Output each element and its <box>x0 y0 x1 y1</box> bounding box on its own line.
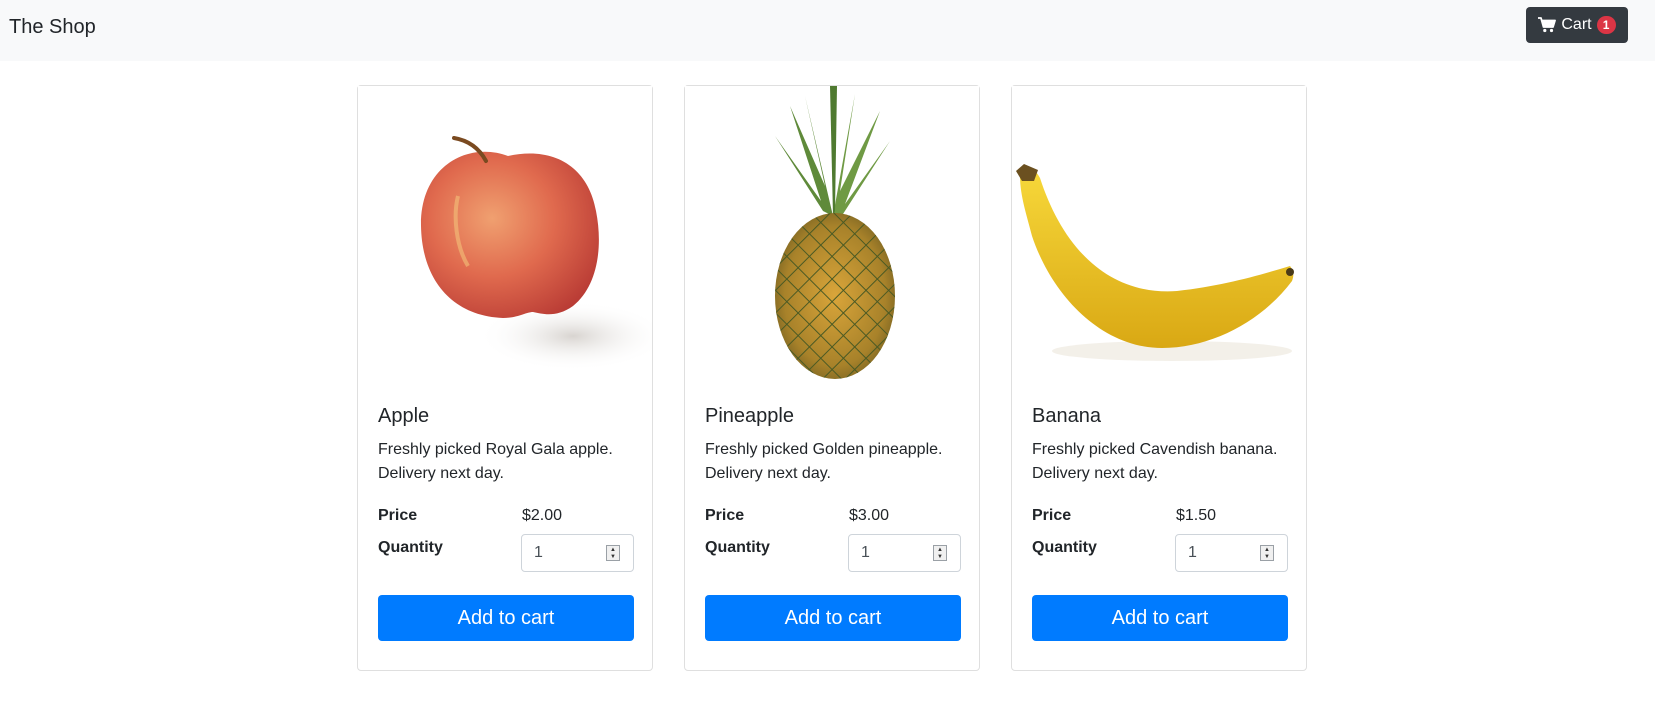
stepper-up-icon[interactable]: ▲ <box>610 547 616 553</box>
price-value: $1.50 <box>1176 507 1217 524</box>
cart-count-badge: 1 <box>1596 16 1616 34</box>
add-to-cart-button[interactable]: Add to cart <box>378 595 634 641</box>
product-description: Freshly picked Golden pineapple. Deliver… <box>705 441 943 482</box>
stepper-up-icon[interactable]: ▲ <box>937 547 943 553</box>
price-label: Price <box>1032 507 1072 524</box>
price-value: $2.00 <box>522 507 563 524</box>
product-description: Freshly picked Cavendish banana. Deliver… <box>1032 441 1278 482</box>
quantity-stepper[interactable]: ▲ ▼ <box>606 545 620 561</box>
product-card-banana: Banana Freshly picked Cavendish banana. … <box>1011 85 1307 671</box>
banana-image <box>1016 164 1294 361</box>
product-card-pineapple: Pineapple Freshly picked Golden pineappl… <box>684 85 980 671</box>
stepper-down-icon[interactable]: ▼ <box>937 554 943 560</box>
product-title: Apple <box>378 405 430 427</box>
cart-label: Cart <box>1561 16 1592 33</box>
product-title: Banana <box>1032 405 1101 427</box>
product-image <box>1012 86 1306 382</box>
stepper-down-icon[interactable]: ▼ <box>610 554 616 560</box>
quantity-label: Quantity <box>378 539 443 556</box>
add-to-cart-button[interactable]: Add to cart <box>1032 595 1288 641</box>
cart-button[interactable]: Cart 1 <box>1526 7 1628 43</box>
product-description: Freshly picked Royal Gala apple. Deliver… <box>378 441 613 482</box>
stepper-up-icon[interactable]: ▲ <box>1264 547 1270 553</box>
product-card-apple: Apple Freshly picked Royal Gala apple. D… <box>357 85 653 671</box>
product-image <box>358 86 652 382</box>
quantity-label: Quantity <box>1032 539 1097 556</box>
brand-title[interactable]: The Shop <box>9 14 96 40</box>
quantity-stepper[interactable]: ▲ ▼ <box>1260 545 1274 561</box>
price-value: $3.00 <box>849 507 890 524</box>
price-label: Price <box>378 507 418 524</box>
cart-icon <box>1538 17 1557 33</box>
add-to-cart-button[interactable]: Add to cart <box>705 595 961 641</box>
product-image <box>685 86 979 382</box>
product-title: Pineapple <box>705 405 794 427</box>
quantity-stepper[interactable]: ▲ ▼ <box>933 545 947 561</box>
quantity-label: Quantity <box>705 539 770 556</box>
pineapple-image <box>775 86 895 379</box>
stepper-down-icon[interactable]: ▼ <box>1264 554 1270 560</box>
apple-image <box>420 136 652 371</box>
navbar: The Shop Cart 1 <box>0 0 1655 61</box>
price-label: Price <box>705 507 745 524</box>
